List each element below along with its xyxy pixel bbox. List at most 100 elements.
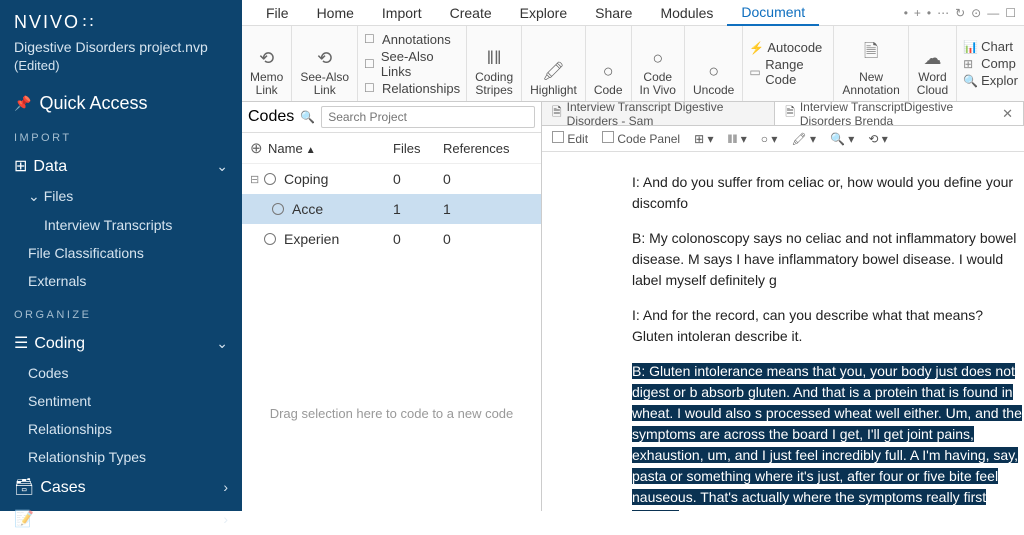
chevron-down-icon: ⌄ [216, 158, 228, 175]
toolbar-dropdown[interactable]: 🔍 ▾ [830, 132, 854, 146]
toolbar-icon[interactable]: ↻ [955, 6, 965, 20]
nav-codes[interactable]: Codes [0, 359, 242, 387]
search-input[interactable] [321, 106, 535, 128]
edit-toggle[interactable]: Edit [552, 131, 588, 146]
toolbar-dropdown[interactable]: 🖍 ▾ [791, 132, 816, 146]
close-icon[interactable]: ✕ [1002, 106, 1013, 122]
codes-columns-header: ⊕ Name▲ Files References [242, 133, 541, 164]
nav-data[interactable]: ⊞Data ⌄ [0, 150, 242, 182]
cloud-icon: ☁ [923, 48, 941, 69]
project-status: (Edited) [0, 58, 242, 87]
nav-notes[interactable]: 📝Notes › [0, 503, 242, 535]
project-name: Digestive Disorders project.nvp [0, 39, 242, 58]
col-name[interactable]: Name▲ [268, 141, 393, 156]
nav-sentiment[interactable]: Sentiment [0, 387, 242, 415]
toolbar-dropdown[interactable]: ○ ▾ [761, 132, 778, 146]
transcript-line-highlighted: B: Gluten intolerance means that you, yo… [632, 361, 1024, 511]
data-icon: ⊞ [14, 158, 27, 175]
add-code-button[interactable]: ⊕ [250, 139, 268, 157]
drag-hint: Drag selection here to code to a new cod… [242, 376, 541, 451]
document-panel: 🗎 Interview Transcript Digestive Disorde… [542, 102, 1024, 511]
codes-title: Codes [248, 108, 294, 126]
chevron-down-icon: ⌄ [216, 335, 228, 352]
nav-cases[interactable]: 🗃Cases › [0, 471, 242, 503]
ribbon-see-also-link[interactable]: ⟲See-Also Link [292, 26, 358, 101]
ribbon-see-also-links[interactable]: ☐See-Also Links [364, 49, 460, 79]
menu-create[interactable]: Create [436, 1, 506, 25]
menu-share[interactable]: Share [581, 1, 646, 25]
toolbar-icon[interactable]: ⋯ [937, 6, 949, 20]
section-organize-label: ORGANIZE [0, 309, 242, 327]
circle-icon [264, 233, 276, 245]
nav-files[interactable]: ⌄Files [0, 182, 242, 211]
chevron-right-icon: › [223, 511, 228, 527]
quick-access[interactable]: 📌 Quick Access [0, 87, 242, 132]
toolbar-dropdown[interactable]: ‖‖ ▾ [728, 132, 747, 146]
circle-icon [272, 203, 284, 215]
ribbon-autocode[interactable]: ⚡Autocode [749, 40, 827, 55]
document-icon: 🗎 [552, 103, 562, 124]
ribbon-range-code[interactable]: ▭Range Code [749, 57, 827, 87]
ribbon-chart[interactable]: 📊Chart [963, 39, 1018, 54]
ribbon-coding-stripes[interactable]: ‖‖Coding Stripes [467, 26, 522, 101]
menu-modules[interactable]: Modules [646, 1, 727, 25]
toolbar-icon[interactable]: + [914, 6, 921, 20]
search-icon: 🔍 [300, 110, 315, 124]
chevron-down-icon: ⌄ [28, 188, 40, 204]
menu-import[interactable]: Import [368, 1, 436, 25]
ribbon-uncode[interactable]: ○Uncode [685, 26, 743, 101]
ribbon-chart-group: 📊Chart ⊞Comp 🔍Explor [957, 26, 1024, 101]
workspace: Codes 🔍 ⊕ Name▲ Files References ⊟ Copin… [242, 102, 1024, 511]
ribbon-word-cloud[interactable]: ☁Word Cloud [909, 26, 957, 101]
toolbar-dropdown[interactable]: ⟲ ▾ [868, 132, 887, 146]
code-row-acce[interactable]: Acce 1 1 [242, 194, 541, 224]
toolbar-icon[interactable]: • [904, 6, 908, 20]
maximize-icon[interactable]: ☐ [1005, 6, 1016, 20]
nav-coding[interactable]: ☰Coding ⌄ [0, 327, 242, 359]
code-row-experien[interactable]: Experien 0 0 [242, 224, 541, 254]
menu-bar: File Home Import Create Explore Share Mo… [242, 0, 1024, 26]
sort-asc-icon: ▲ [306, 145, 316, 156]
toolbar-dropdown[interactable]: ⊞ ▾ [694, 132, 713, 146]
doc-tab-brenda[interactable]: 🗎 Interview TranscriptDigestive Disorder… [775, 102, 1024, 125]
transcript-line: B: My colonoscopy says no celiac and not… [632, 228, 1024, 291]
document-body[interactable]: I: And do you suffer from celiac or, how… [542, 152, 1024, 511]
note-icon: 📝 [14, 511, 34, 528]
menu-document[interactable]: Document [727, 0, 819, 26]
circle-icon: ○ [708, 61, 719, 82]
ribbon-new-annotation[interactable]: 🗎New Annotation [834, 26, 908, 101]
menu-file[interactable]: File [252, 1, 303, 25]
main-area: File Home Import Create Explore Share Mo… [242, 0, 1024, 511]
ribbon-relationships[interactable]: ☐Relationships [364, 81, 460, 96]
nav-file-classifications[interactable]: File Classifications [0, 239, 242, 267]
highlight-icon: 🖍 [542, 61, 565, 82]
ribbon: ⟲Memo Link ⟲See-Also Link ☐Annotations ☐… [242, 26, 1024, 102]
nav-interview-transcripts[interactable]: Interview Transcripts [0, 211, 242, 239]
doc-tab-sam[interactable]: 🗎 Interview Transcript Digestive Disorde… [542, 102, 775, 125]
ribbon-autocode-group: ⚡Autocode ▭Range Code [743, 26, 834, 101]
nav-externals[interactable]: Externals [0, 267, 242, 295]
code-row-coping[interactable]: ⊟ Coping 0 0 [242, 164, 541, 194]
toolbar-icon[interactable]: • [927, 6, 931, 20]
toolbar-icon[interactable]: ⊙ [971, 6, 981, 20]
stripes-icon: ‖‖ [487, 48, 502, 69]
menu-explore[interactable]: Explore [506, 1, 581, 25]
sidebar: NVIVO꞉꞉ Digestive Disorders project.nvp … [0, 0, 242, 511]
code-panel-toggle[interactable]: Code Panel [602, 131, 680, 146]
menu-home[interactable]: Home [303, 1, 368, 25]
ribbon-code[interactable]: ○Code [586, 26, 632, 101]
col-files[interactable]: Files [393, 141, 443, 156]
ribbon-memo-link[interactable]: ⟲Memo Link [242, 26, 292, 101]
ribbon-highlight[interactable]: 🖍Highlight [522, 26, 586, 101]
col-references[interactable]: References [443, 141, 533, 156]
ribbon-comp[interactable]: ⊞Comp [963, 56, 1018, 71]
collapse-icon[interactable]: ⊟ [250, 173, 264, 186]
nav-relationships[interactable]: Relationships [0, 415, 242, 443]
minimize-icon[interactable]: — [987, 6, 999, 20]
nav-relationship-types[interactable]: Relationship Types [0, 443, 242, 471]
ribbon-explor[interactable]: 🔍Explor [963, 73, 1018, 88]
note-icon: 🗎 [864, 39, 878, 69]
ribbon-code-in-vivo[interactable]: ○Code In Vivo [632, 26, 685, 101]
ribbon-annotations[interactable]: ☐Annotations [364, 32, 460, 47]
window-controls: • + • ⋯ ↻ ⊙ — ☐ [904, 6, 1024, 20]
